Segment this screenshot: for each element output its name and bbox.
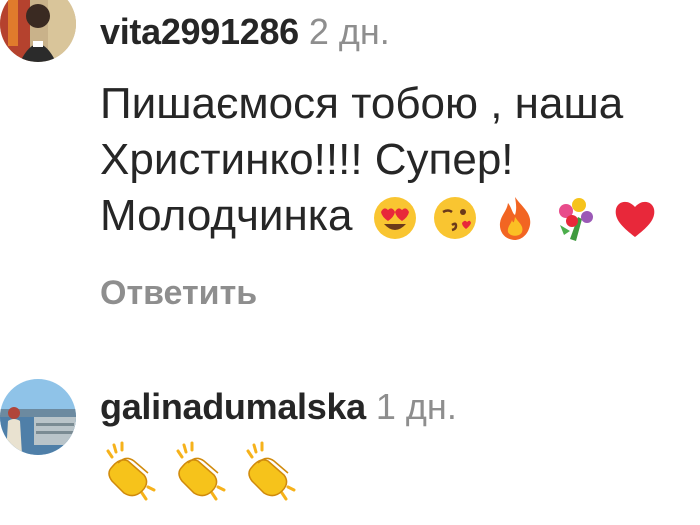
red-heart-emoji (612, 195, 658, 241)
comment-text: Пишаємося тобою , наша Христинко!!!! Суп… (100, 76, 672, 244)
clapping-hands-emoji (100, 441, 156, 501)
comment-header: galinadumalska 1 дн. (100, 387, 457, 427)
avatar[interactable] (0, 0, 76, 62)
fire-emoji (492, 195, 538, 241)
comment-text-line: Молодчинка (100, 188, 672, 244)
comment-text-word: Молодчинка (100, 191, 353, 240)
comment-text (100, 441, 310, 501)
avatar[interactable] (0, 379, 76, 455)
timestamp: 1 дн. (375, 386, 457, 427)
timestamp: 2 дн. (308, 11, 390, 52)
username[interactable]: galinadumalska (100, 386, 366, 427)
clapping-hands-emoji (170, 441, 226, 501)
comment-header: vita2991286 2 дн. (100, 12, 390, 52)
reply-button[interactable]: Ответить (100, 274, 257, 313)
comment-text-line: Пишаємося тобою , наша (100, 79, 624, 128)
clapping-hands-emoji (240, 441, 296, 501)
username[interactable]: vita2991286 (100, 11, 299, 52)
comment-text-line: Христинко!!!! Супер! (100, 135, 514, 184)
bouquet-emoji (552, 195, 598, 242)
kiss-wink-emoji (432, 195, 478, 241)
heart-eyes-emoji (372, 195, 418, 241)
